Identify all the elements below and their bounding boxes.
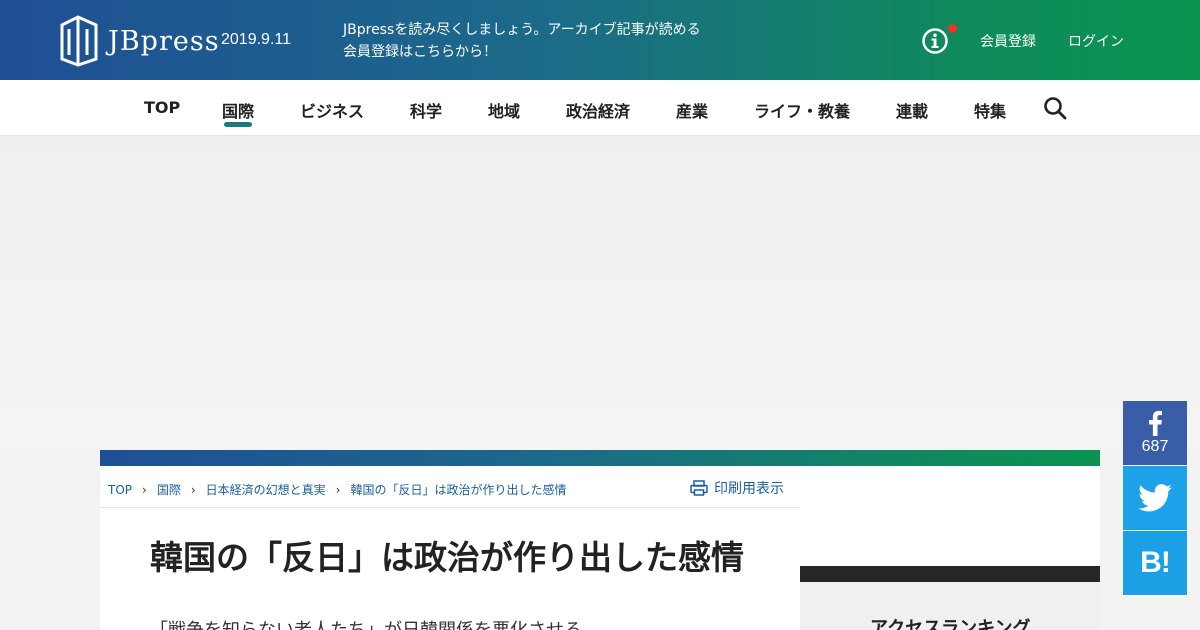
breadcrumb-separator-icon: ›: [142, 482, 147, 497]
nav-item-life-culture[interactable]: ライフ・教養: [754, 98, 850, 122]
nav-item-region[interactable]: 地域: [488, 98, 520, 122]
hatena-bookmark-button[interactable]: B!: [1123, 531, 1187, 595]
printer-icon: [690, 480, 708, 496]
article-title: 韓国の「反日」は政治が作り出した感情: [150, 538, 744, 577]
nav-active-indicator: [224, 122, 252, 127]
login-link[interactable]: ログイン: [1068, 31, 1124, 51]
breadcrumb-series[interactable]: 日本経済の幻想と真実: [206, 481, 326, 498]
ranking-box: アクセスランキング: [800, 582, 1100, 630]
facebook-icon: [1149, 410, 1162, 436]
article-subtitle: 「戦争を知らない老人たち」が日韓関係を悪化させる: [150, 616, 582, 630]
header-date: 2019.9.11: [221, 31, 291, 48]
content-top-strip: [100, 450, 1100, 466]
nav-item-business[interactable]: ビジネス: [300, 98, 364, 122]
nav-item-series[interactable]: 連載: [896, 98, 928, 122]
ranking-header-bar: [800, 566, 1100, 582]
nav-item-politics-economy[interactable]: 政治経済: [566, 98, 630, 122]
twitter-icon: [1138, 484, 1172, 512]
logo-box-icon: [60, 15, 98, 67]
breadcrumb: TOP › 国際 › 日本経済の幻想と真実 › 韓国の「反日」は政治が作り出した…: [108, 481, 567, 498]
breadcrumb-divider: [100, 507, 800, 508]
breadcrumb-separator-icon: ›: [335, 482, 341, 497]
twitter-share-button[interactable]: [1123, 466, 1187, 530]
nav-item-top[interactable]: TOP: [144, 98, 180, 117]
facebook-share-button[interactable]: 687: [1123, 401, 1187, 465]
breadcrumb-international[interactable]: 国際: [157, 481, 181, 498]
breadcrumb-top[interactable]: TOP: [108, 483, 132, 497]
register-promo-link[interactable]: JBpressを読み尽くしましょう。アーカイブ記事が読める会員登録はこちらから！: [343, 19, 703, 63]
print-view-button[interactable]: 印刷用表示: [690, 478, 784, 498]
sidebar-ad-space: [800, 466, 1100, 566]
site-logo[interactable]: JBpress: [60, 15, 220, 67]
nav-item-international[interactable]: 国際: [222, 98, 254, 122]
article-panel: TOP › 国際 › 日本経済の幻想と真実 › 韓国の「反日」は政治が作り出した…: [100, 466, 800, 630]
facebook-share-count: 687: [1141, 438, 1169, 455]
notification-dot: [948, 24, 957, 33]
nav-item-features[interactable]: 特集: [974, 98, 1006, 122]
print-view-label: 印刷用表示: [714, 481, 784, 497]
logo-text: JBpress: [108, 25, 220, 57]
info-icon[interactable]: [921, 27, 949, 55]
site-header: JBpress 2019.9.11 JBpressを読み尽くしましょう。アーカイ…: [0, 0, 1200, 80]
main-navigation: TOP 国際 ビジネス 科学 地域 政治経済 産業 ライフ・教養 連載 特集: [0, 80, 1200, 136]
breadcrumb-separator-icon: ›: [190, 482, 196, 497]
search-icon[interactable]: [1043, 96, 1067, 120]
nav-item-science[interactable]: 科学: [410, 98, 442, 122]
hatena-bookmark-icon: B!: [1140, 546, 1171, 579]
ad-space: [0, 136, 1200, 450]
breadcrumb-current[interactable]: 韓国の「反日」は政治が作り出した感情: [350, 481, 566, 498]
nav-item-industry[interactable]: 産業: [676, 98, 708, 122]
ranking-title: アクセスランキング: [870, 618, 1031, 630]
register-link[interactable]: 会員登録: [980, 31, 1036, 51]
